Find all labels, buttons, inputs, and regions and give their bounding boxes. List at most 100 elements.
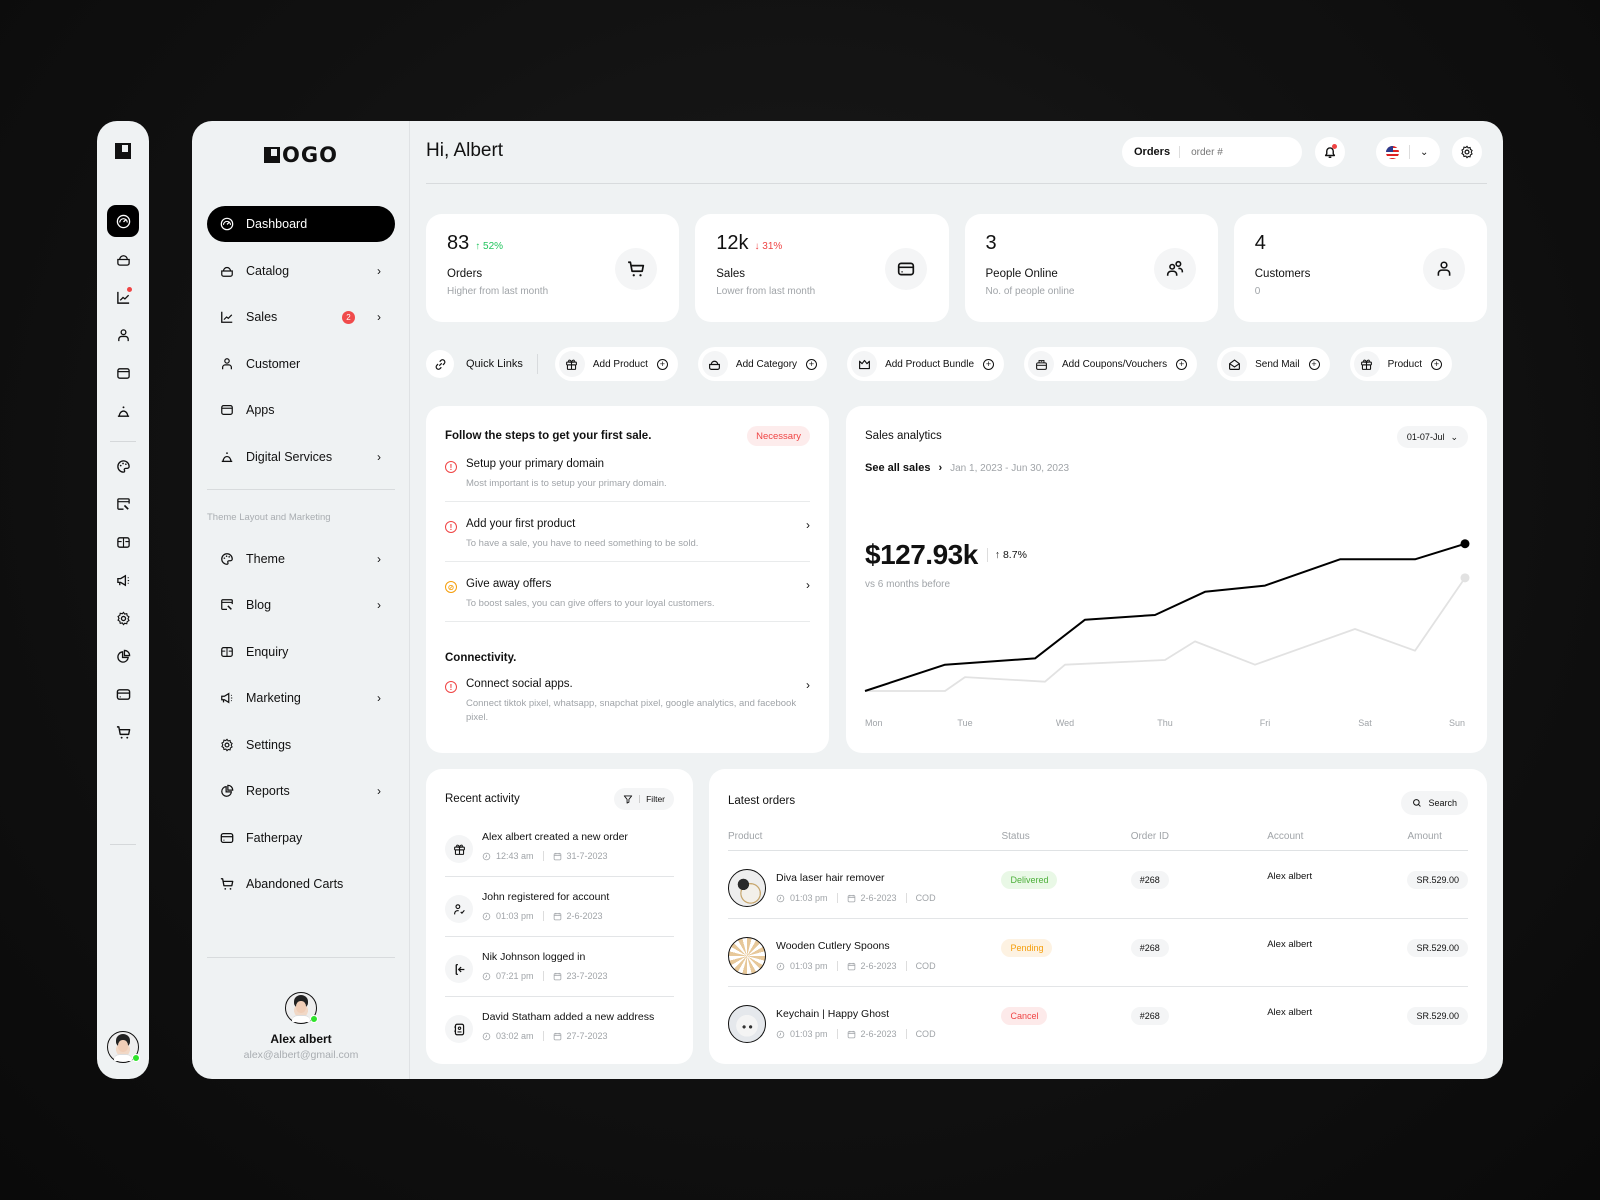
sidebar-item-enquiry[interactable]: Enquiry (207, 634, 395, 670)
enquiry-icon (220, 645, 234, 659)
sidebar-item-digital-services[interactable]: Digital Services › (207, 439, 395, 475)
plus-circle-icon: + (983, 358, 995, 370)
step-item[interactable]: ! Connect social apps. Connect tiktok pi… (445, 678, 810, 735)
cart-icon (627, 260, 645, 278)
quick-link-send-mail[interactable]: Send Mail + (1217, 347, 1330, 381)
orders-search-button[interactable]: Search (1401, 791, 1468, 815)
rail-item[interactable] (107, 678, 139, 710)
filter-button[interactable]: Filter (614, 788, 674, 810)
activity-item[interactable]: David Statham added a new address 03:02 … (445, 997, 674, 1057)
see-all-sales-link[interactable]: See all sales (865, 462, 930, 474)
rail-item[interactable] (107, 450, 139, 482)
product-name[interactable]: Diva laser hair remover (776, 872, 936, 884)
step-item[interactable]: ! Add your first product To have a sale,… (445, 518, 810, 562)
notifications-button[interactable] (1315, 137, 1345, 167)
logo-text: OGO (282, 143, 338, 167)
stat-card-people-online[interactable]: 3 People Online No. of people online (964, 214, 1218, 322)
column-header[interactable]: Amount (1407, 831, 1468, 851)
main-content: Hi, Albert Orders ⌄ 83 ↑ 52% Orders H (426, 121, 1487, 1079)
quick-link-add-category[interactable]: Add Category + (697, 347, 828, 381)
sidebar-item-sales[interactable]: Sales 2 › (207, 299, 395, 335)
table-row[interactable]: Diva laser hair remover 01:03 pm 2-6-202… (728, 850, 1468, 919)
marketing-icon (116, 573, 131, 588)
sidebar-item-dashboard[interactable]: Dashboard (207, 206, 395, 242)
step-item[interactable]: ⊘ Give away offers To boost sales, you c… (445, 578, 810, 622)
quick-link-add-product[interactable]: Add Product + (554, 347, 678, 381)
x-tick-label: Thu (1157, 718, 1173, 728)
quick-link-add-coupons-vouchers[interactable]: Add Coupons/Vouchers + (1024, 347, 1198, 381)
sidebar-item-settings[interactable]: Settings (207, 727, 395, 763)
sidebar-item-marketing[interactable]: Marketing › (207, 680, 395, 716)
rail-avatar[interactable] (107, 1031, 140, 1063)
stat-card-sales[interactable]: 12k ↓ 31% Sales Lower from last month (695, 214, 949, 322)
logo-icon (115, 143, 131, 159)
order-id[interactable]: #268 (1130, 871, 1169, 889)
activity-item[interactable]: Nik Johnson logged in 07:21 pm 23-7-2023 (445, 937, 674, 997)
language-select[interactable]: ⌄ (1376, 137, 1440, 167)
sidebar-item-abandoned-carts[interactable]: Abandoned Carts (207, 866, 395, 902)
x-tick-label: Tue (957, 718, 972, 728)
sales-line-chart: Mon Tue Wed Thu Fri Sat Sun (864, 539, 1470, 728)
avatar[interactable] (107, 1031, 140, 1063)
order-search[interactable]: Orders (1122, 137, 1302, 167)
quick-link-add-product-bundle[interactable]: Add Product Bundle + (847, 347, 1005, 381)
order-amount: SR.529.00 (1407, 871, 1468, 889)
x-tick-label: Sun (1449, 718, 1465, 728)
sidebar-item-apps[interactable]: Apps (207, 392, 395, 428)
rail-item[interactable] (107, 564, 139, 596)
sidebar-item-reports[interactable]: Reports › (207, 773, 395, 809)
rail-item[interactable] (107, 205, 139, 237)
rail-item[interactable] (107, 488, 139, 520)
column-header[interactable]: Order ID (1130, 831, 1268, 851)
product-name[interactable]: Wooden Cutlery Spoons (776, 940, 936, 952)
order-id[interactable]: #268 (1130, 939, 1169, 957)
rail-item[interactable] (107, 395, 139, 427)
rail-item[interactable] (107, 716, 139, 748)
stat-card-customers[interactable]: 4 Customers 0 (1233, 214, 1487, 322)
chevron-right-icon: › (377, 598, 381, 612)
column-header[interactable]: Status (1001, 831, 1131, 851)
rail-item[interactable] (107, 602, 139, 634)
sidebar-item-blog[interactable]: Blog › (207, 587, 395, 623)
chevron-down-icon: ⌄ (1450, 431, 1458, 442)
quick-link-product[interactable]: Product + (1349, 347, 1453, 381)
online-indicator (310, 1015, 318, 1023)
activity-item[interactable]: John registered for account 01:03 pm 2-6… (445, 877, 674, 937)
product-name[interactable]: Keychain | Happy Ghost (776, 1008, 936, 1020)
table-row[interactable]: Keychain | Happy Ghost 01:03 pm 2-6-2023… (728, 987, 1468, 1055)
order-time: 01:03 pm (790, 961, 828, 971)
settings-button[interactable] (1452, 137, 1482, 167)
logo[interactable]: OGO (264, 143, 338, 167)
rail-item[interactable] (107, 640, 139, 672)
activity-date: 2-6-2023 (566, 911, 603, 921)
order-search-input[interactable] (1191, 146, 1282, 158)
rail-item[interactable] (107, 357, 139, 389)
sidebar-item-catalog[interactable]: Catalog › (207, 253, 395, 289)
chevron-right-icon: › (377, 551, 381, 566)
series-end-point[interactable] (1460, 573, 1470, 583)
activity-text: David Statham added a new address (482, 1011, 655, 1023)
stat-card-orders[interactable]: 83 ↑ 52% Orders Higher from last month (426, 214, 680, 322)
step-item[interactable]: ! Setup your primary domain Most importa… (445, 458, 810, 502)
column-header[interactable]: Product (728, 831, 1002, 851)
section-caption: Theme Layout and Marketing (207, 511, 331, 523)
profile-avatar[interactable] (285, 992, 318, 1024)
account-name: Alex albert (1267, 1007, 1313, 1018)
rail-item[interactable] (107, 281, 139, 313)
sidebar-profile[interactable]: Alex albert alex@albert@gmail.com (192, 957, 410, 1061)
sidebar-item-fatherpay[interactable]: Fatherpay (207, 820, 395, 856)
activity-item[interactable]: Alex albert created a new order 12:43 am… (445, 817, 674, 877)
chevron-right-icon: › (377, 691, 381, 705)
series-end-point[interactable] (1460, 539, 1470, 549)
sidebar-item-customer[interactable]: Customer (207, 346, 395, 382)
order-id[interactable]: #268 (1130, 1007, 1169, 1025)
rail-item[interactable] (107, 526, 139, 558)
date-range-select[interactable]: 01-07-Jul ⌄ (1396, 426, 1468, 448)
activity-time: 01:03 pm (496, 911, 534, 921)
order-amount: SR.529.00 (1407, 939, 1468, 957)
rail-item[interactable] (107, 243, 139, 275)
table-row[interactable]: Wooden Cutlery Spoons 01:03 pm 2-6-2023 … (728, 918, 1468, 987)
rail-item[interactable] (107, 319, 139, 351)
sidebar-item-theme[interactable]: Theme › (207, 541, 395, 577)
column-header[interactable]: Account (1267, 831, 1408, 851)
